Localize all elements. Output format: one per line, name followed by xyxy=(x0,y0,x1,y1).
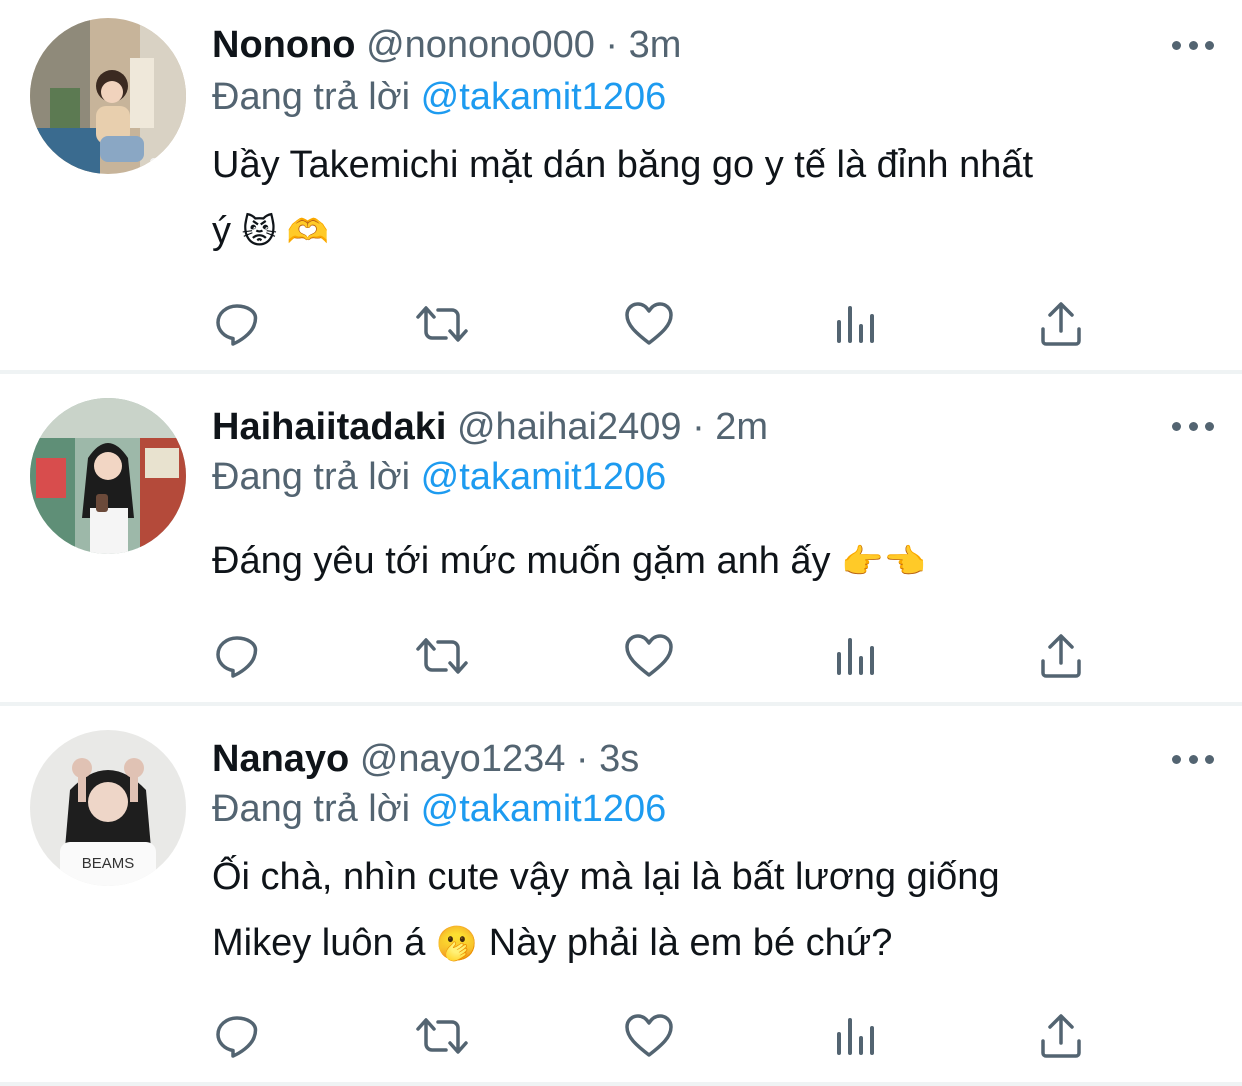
action-bar xyxy=(0,626,1242,686)
separator-dot: · xyxy=(575,738,589,780)
share-icon[interactable] xyxy=(1031,1006,1091,1066)
timestamp[interactable]: 2m xyxy=(715,406,768,448)
tweet-text: Mikey luôn á xyxy=(212,922,426,964)
avatar-shirt-text: BEAMS xyxy=(82,855,135,872)
tweet-2[interactable]: Haihaiitadaki @haihai2409 · 2m Đang trả … xyxy=(0,374,1242,706)
mention-link[interactable]: @takamit1206 xyxy=(421,76,667,118)
username[interactable]: @nayo1234 xyxy=(360,738,566,780)
timestamp[interactable]: 3s xyxy=(599,738,639,780)
reply-icon[interactable] xyxy=(207,626,267,686)
views-icon[interactable] xyxy=(826,294,886,354)
replying-to-label: Đang trả lời xyxy=(212,76,411,118)
more-icon[interactable] xyxy=(1172,419,1214,433)
display-name[interactable]: Haihaiitadaki xyxy=(212,406,446,448)
mention-link[interactable]: @takamit1206 xyxy=(421,788,667,830)
action-bar xyxy=(0,294,1242,354)
avatar-nanayo[interactable]: BEAMS xyxy=(30,730,186,886)
tweet-text-word: ý xyxy=(212,210,231,252)
more-icon[interactable] xyxy=(1172,752,1214,766)
share-icon[interactable] xyxy=(1031,294,1091,354)
username[interactable]: @nonono000 xyxy=(366,24,595,66)
tweet-text-line-1: Đáng yêu tới mức muốn gặm anh ấy 👉👈 xyxy=(212,538,926,585)
replying-to-label: Đang trả lời xyxy=(212,456,411,498)
tweet-header: Nonono @nonono000 · 3m xyxy=(212,22,681,68)
replying-to: Đang trả lời @takamit1206 xyxy=(212,74,666,120)
separator-dot: · xyxy=(692,406,705,448)
mention-link[interactable]: @takamit1206 xyxy=(421,456,667,498)
views-icon[interactable] xyxy=(826,626,886,686)
replying-to: Đang trả lời @takamit1206 xyxy=(212,786,666,832)
share-icon[interactable] xyxy=(1031,626,1091,686)
more-icon[interactable] xyxy=(1172,38,1214,52)
timestamp[interactable]: 3m xyxy=(629,24,682,66)
replying-to: Đang trả lời @takamit1206 xyxy=(212,454,666,500)
tweet-text-line-2: ý 😾 🫶 xyxy=(212,208,329,255)
retweet-icon[interactable] xyxy=(412,1006,472,1066)
views-icon[interactable] xyxy=(826,1006,886,1066)
replying-to-label: Đang trả lời xyxy=(212,788,411,830)
emoji: 👉👈 xyxy=(841,543,926,581)
display-name[interactable]: Nanayo xyxy=(212,738,349,780)
tweet-text-line-1: Ối chà, nhìn cute vậy mà lại là bất lươn… xyxy=(212,856,1000,898)
separator-dot: · xyxy=(605,24,619,66)
retweet-icon[interactable] xyxy=(412,626,472,686)
emoji: 🫢 xyxy=(435,925,479,963)
reply-icon[interactable] xyxy=(207,1006,267,1066)
display-name[interactable]: Nonono xyxy=(212,24,356,66)
username[interactable]: @haihai2409 xyxy=(457,406,682,448)
tweet-text-line-1: Uầy Takemichi mặt dán băng go y tế là đỉ… xyxy=(212,144,1034,186)
action-bar xyxy=(0,1006,1242,1066)
tweet-header: Haihaiitadaki @haihai2409 · 2m xyxy=(212,404,768,450)
like-icon[interactable] xyxy=(619,1006,679,1066)
emoji: 😾 🫶 xyxy=(241,213,329,251)
tweet-3[interactable]: BEAMS Nanayo @nayo1234 · 3s Đang trả lời… xyxy=(0,706,1242,1086)
tweet-text: Này phải là em bé chứ? xyxy=(488,922,893,964)
avatar-haihaiitadaki[interactable] xyxy=(30,398,186,554)
retweet-icon[interactable] xyxy=(412,294,472,354)
tweet-text-line-2: Mikey luôn á 🫢 Này phải là em bé chứ? xyxy=(212,920,892,967)
like-icon[interactable] xyxy=(619,626,679,686)
avatar-nonono[interactable] xyxy=(30,18,186,174)
tweet-1[interactable]: Nonono @nonono000 · 3m Đang trả lời @tak… xyxy=(0,0,1242,374)
tweet-text: Đáng yêu tới mức muốn gặm anh ấy xyxy=(212,540,831,582)
reply-icon[interactable] xyxy=(207,294,267,354)
like-icon[interactable] xyxy=(619,294,679,354)
tweet-header: Nanayo @nayo1234 · 3s xyxy=(212,736,639,782)
